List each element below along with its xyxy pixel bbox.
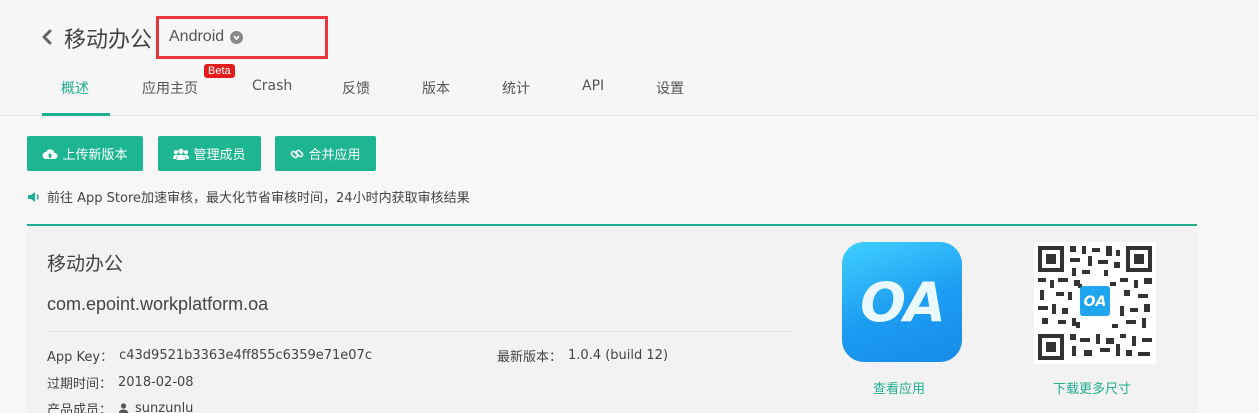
latest-version-row: 最新版本： 1.0.4 (build 12) [497, 346, 668, 365]
app-info-card: 移动办公 com.epoint.workplatform.oa App Key：… [27, 224, 1197, 413]
app-key-row: App Key： c43d9521b3363e4ff855c6359e71e07… [47, 346, 372, 365]
download-more-sizes-link[interactable]: 下载更多尺寸 [1053, 378, 1131, 397]
view-app-link[interactable]: 查看应用 [873, 378, 925, 397]
tab-versions[interactable]: 版本 [422, 78, 450, 98]
manage-members-label: 管理成员 [193, 148, 246, 163]
merge-app-button[interactable]: 合并应用 [275, 136, 376, 171]
qr-center-logo: OA [1084, 294, 1107, 310]
chevron-down-circle-icon [230, 30, 244, 44]
members-label: 产品成员： [47, 403, 113, 413]
users-icon [173, 148, 190, 160]
platform-label: Android [169, 28, 225, 45]
speaker-icon [28, 191, 39, 202]
tab-crash[interactable]: Crash [252, 78, 292, 94]
member-name[interactable]: sunzunlu [135, 401, 193, 413]
app-key-label: App Key： [47, 350, 114, 365]
tab-api[interactable]: API [582, 78, 604, 94]
tab-statistics[interactable]: 统计 [502, 78, 530, 98]
manage-members-button[interactable]: 管理成员 [158, 136, 261, 171]
tab-bar: 概述 应用主页 Crash 反馈 版本 统计 API 设置 [0, 76, 1259, 116]
tab-settings[interactable]: 设置 [656, 78, 684, 98]
tab-overview[interactable]: 概述 [61, 78, 89, 98]
app-title: 移动办公 [64, 28, 153, 53]
platform-selector[interactable]: Android [169, 28, 244, 46]
app-key-value: c43d9521b3363e4ff855c6359e71e07c [119, 348, 372, 363]
app-name: 移动办公 [47, 253, 124, 275]
app-store-notice[interactable]: 前往 App Store加速审核，最大化节省审核时间，24小时内获取审核结果 [27, 187, 470, 206]
expire-row: 过期时间： 2018-02-08 [47, 373, 194, 392]
app-icon: OA [842, 242, 962, 362]
qr-code: OA [1034, 242, 1156, 364]
divider [47, 331, 792, 332]
latest-version-label: 最新版本： [497, 350, 563, 365]
merge-app-label: 合并应用 [308, 148, 361, 163]
app-icon-text: OA [860, 270, 946, 334]
link-icon [291, 149, 304, 158]
active-tab-indicator [42, 113, 110, 116]
expire-label: 过期时间： [47, 377, 113, 392]
user-icon [118, 402, 129, 413]
upload-version-label: 上传新版本 [62, 148, 128, 163]
members-row: 产品成员： sunzunlu [47, 399, 193, 413]
notice-text: 前往 App Store加速审核，最大化节省审核时间，24小时内获取审核结果 [47, 191, 470, 206]
beta-badge: Beta [204, 64, 235, 78]
tab-feedback[interactable]: 反馈 [342, 78, 370, 98]
tab-app-homepage[interactable]: 应用主页 [142, 78, 198, 98]
expire-value: 2018-02-08 [118, 375, 194, 390]
chevron-left-icon[interactable] [40, 26, 54, 48]
upload-version-button[interactable]: 上传新版本 [27, 136, 143, 171]
latest-version-value: 1.0.4 (build 12) [568, 348, 669, 363]
app-header: 移动办公 Android 概述 应用主页 Crash 反馈 版本 统计 API … [0, 0, 1259, 116]
cloud-upload-icon [42, 148, 58, 159]
bundle-id: com.epoint.workplatform.oa [47, 294, 269, 314]
